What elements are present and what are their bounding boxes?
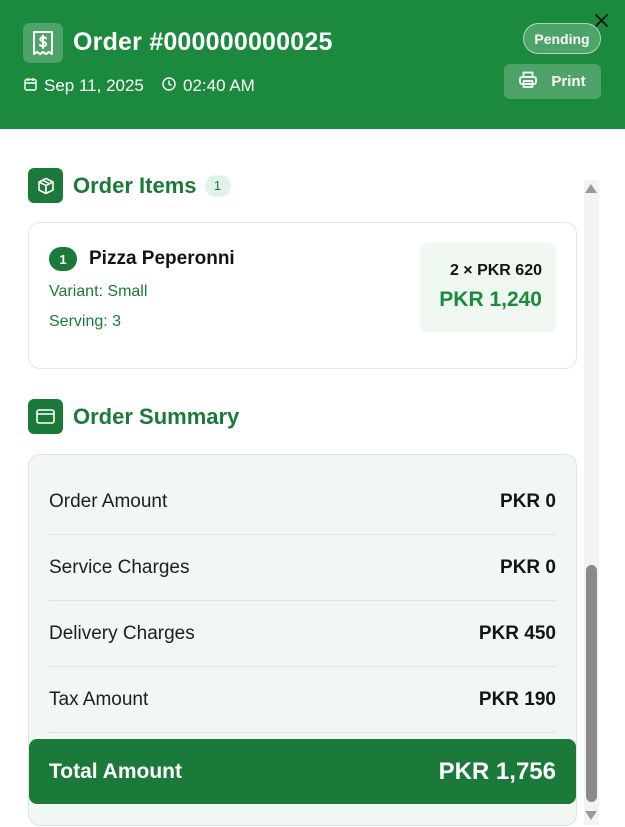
order-summary-header: Order Summary <box>28 399 239 434</box>
summary-value: PKR 450 <box>478 622 556 644</box>
item-name: Pizza Peperonni <box>89 248 235 269</box>
scroll-up-arrow[interactable] <box>585 184 597 193</box>
summary-label: Delivery Charges <box>49 622 195 644</box>
print-label[interactable]: Print <box>551 73 585 90</box>
order-summary-title: Order Summary <box>73 403 240 429</box>
status-badge: Pending <box>523 23 601 54</box>
order-header: Order #000000000025 Sep 11, 2025 02:40 A… <box>0 0 625 129</box>
card-icon <box>28 399 63 434</box>
order-date: Sep 11, 2025 <box>24 76 144 96</box>
order-items-title: Order Items <box>73 172 197 198</box>
close-icon[interactable] <box>594 13 608 27</box>
receipt-icon <box>23 23 63 63</box>
order-item-card: 1 Pizza Peperonni Variant: Small Serving… <box>28 222 577 369</box>
total-amount-bar: Total Amount PKR 1,756 <box>29 739 576 804</box>
total-amount-value: PKR 1,756 <box>438 757 556 785</box>
summary-value: PKR 0 <box>500 490 556 512</box>
order-title: Order #000000000025 <box>73 28 333 56</box>
item-serving: Serving: 3 <box>49 313 122 330</box>
order-time-text: 02:40 AM <box>183 76 255 95</box>
scrollbar-thumb[interactable] <box>586 565 597 802</box>
scroll-down-arrow[interactable] <box>585 811 597 820</box>
total-amount-label: Total Amount <box>49 759 182 783</box>
item-number-badge: 1 <box>49 247 77 271</box>
summary-row-delivery-charges: Delivery Charges PKR 450 <box>49 601 556 667</box>
order-time: 02:40 AM <box>162 76 255 96</box>
calendar-icon <box>24 76 37 96</box>
order-items-header: Order Items 1 <box>28 168 231 203</box>
summary-row-service-charges: Service Charges PKR 0 <box>49 535 556 601</box>
item-qty-price: 2 × PKR 620 <box>449 262 542 279</box>
summary-label: Service Charges <box>49 556 190 578</box>
item-total: PKR 1,240 <box>439 288 542 311</box>
items-count-badge: 1 <box>204 174 231 197</box>
summary-value: PKR 0 <box>500 556 556 578</box>
clock-icon <box>162 76 176 96</box>
summary-label: Tax Amount <box>49 688 149 710</box>
summary-label: Order Amount <box>49 490 168 512</box>
item-variant: Variant: Small <box>49 283 148 300</box>
summary-row-tax-amount: Tax Amount PKR 190 <box>49 667 556 733</box>
order-detail-scroll-area[interactable]: Order Items 1 1 Pizza Peperonni Variant:… <box>0 129 625 827</box>
summary-row-order-amount: Order Amount PKR 0 <box>49 469 556 535</box>
print-button[interactable]: Print <box>504 64 601 99</box>
summary-value: PKR 190 <box>478 688 556 710</box>
order-date-text: Sep 11, 2025 <box>44 76 144 95</box>
item-price-box: 2 × PKR 620 PKR 1,240 <box>420 243 556 332</box>
printer-icon[interactable] <box>519 71 538 92</box>
package-icon <box>28 168 63 203</box>
